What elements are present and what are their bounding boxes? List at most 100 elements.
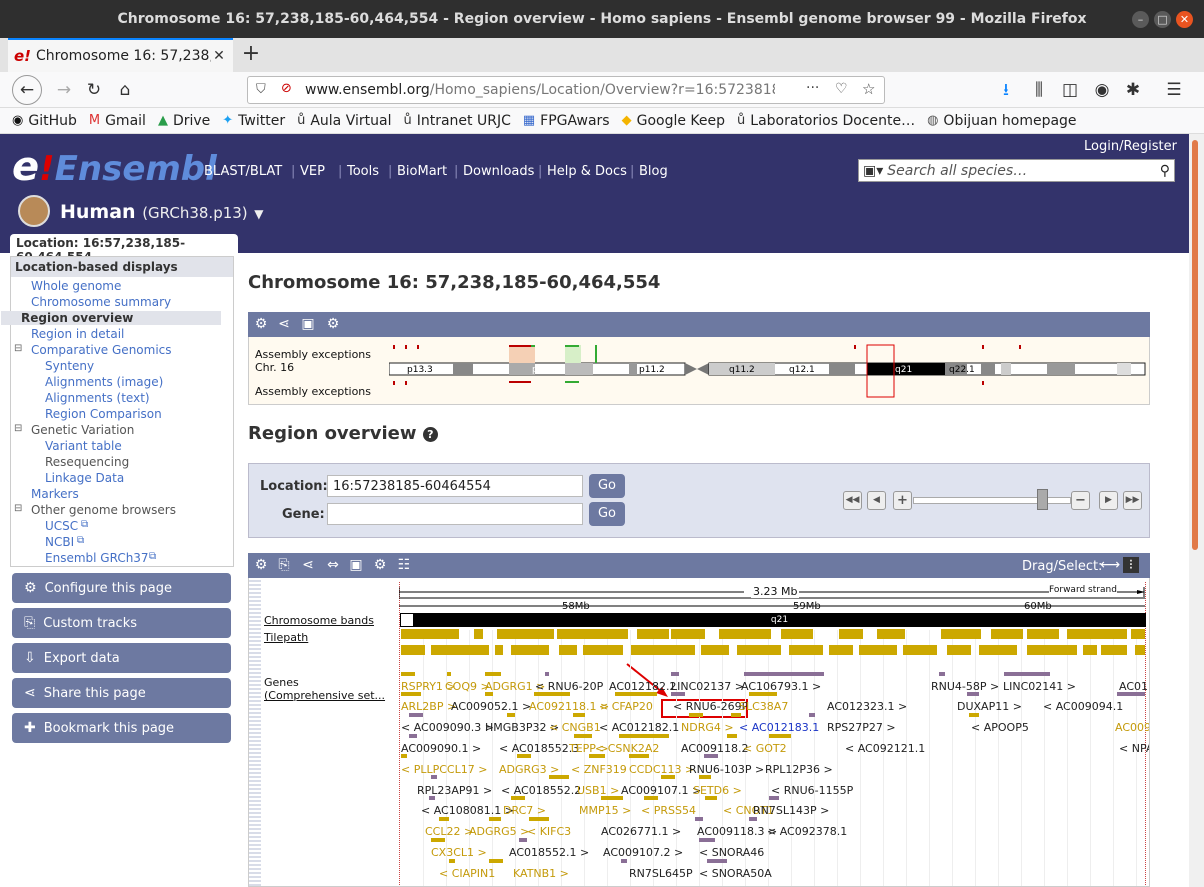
ensembl-logo[interactable]: e!Ensembl xyxy=(12,144,217,190)
gene-bar[interactable] xyxy=(695,817,703,821)
gene-label[interactable]: < AC012182.1 xyxy=(599,721,679,734)
gene-label[interactable]: < CFAP20 xyxy=(599,700,653,713)
gene-bar[interactable] xyxy=(545,672,549,676)
gene-bar[interactable] xyxy=(671,672,679,676)
tilepath-segment[interactable] xyxy=(789,645,823,655)
account-icon[interactable]: ◉ xyxy=(1088,76,1116,104)
bookmark-item[interactable]: ů Intranet URJC xyxy=(403,113,510,129)
gene-bar[interactable] xyxy=(969,713,979,717)
bookmark-item[interactable]: ◍ Obijuan homepage xyxy=(927,113,1076,129)
gene-label[interactable]: DRC7 > xyxy=(503,804,546,817)
home-icon[interactable]: ⌂ xyxy=(111,76,139,104)
gene-label[interactable]: AC009118.2 xyxy=(681,742,749,755)
gene-bar[interactable] xyxy=(689,713,703,717)
gene-label[interactable]: < AC018552.3 xyxy=(499,742,579,755)
leftnav-item-comparative-genomics[interactable]: Comparative Genomics xyxy=(31,343,172,357)
gene-label[interactable]: SETD6 > xyxy=(693,784,742,797)
gene-bar[interactable] xyxy=(573,713,585,717)
share-this-page-button[interactable]: ⋖ Share this page xyxy=(12,678,231,708)
tilepath-segment[interactable] xyxy=(859,645,897,655)
gene-bar[interactable] xyxy=(574,734,592,738)
reset-config-icon[interactable]: ⚙ xyxy=(325,316,341,332)
gene-label[interactable]: ADGRG3 > xyxy=(499,763,559,776)
gene-label[interactable]: < RNU6-1155P xyxy=(771,784,853,797)
tilepath-segment[interactable] xyxy=(1109,629,1127,639)
export-data-button[interactable]: ⇩ Export data xyxy=(12,643,231,673)
bookmark-item[interactable]: ◆ Google Keep xyxy=(622,113,725,129)
gene-label[interactable]: COQ9 > xyxy=(445,680,490,693)
library-icon[interactable]: ⫼ xyxy=(1025,76,1053,104)
topnav-vep[interactable]: VEP xyxy=(300,164,325,179)
tilepath-segment[interactable] xyxy=(737,645,781,655)
gene-bar[interactable] xyxy=(401,672,415,676)
gene-label[interactable]: ARL2BP > xyxy=(401,700,456,713)
leftnav-item-alignments-text-[interactable]: Alignments (text) xyxy=(45,391,150,405)
reset-order-icon[interactable]: ☷ xyxy=(396,557,412,573)
gene-label[interactable]: < AC018552.2 xyxy=(501,784,581,797)
extension-icon[interactable]: ✱ xyxy=(1119,76,1147,104)
collapse-icon[interactable]: ⊟ xyxy=(14,343,22,354)
leftnav-item-linkage-data[interactable]: Linkage Data xyxy=(45,471,124,485)
login-register-link[interactable]: Login/Register xyxy=(1084,139,1177,154)
gene-label[interactable]: RPL12P36 > xyxy=(765,763,833,776)
gene-label[interactable]: AC009107.1 > xyxy=(621,784,701,797)
scroll-right-icon[interactable]: ▶ xyxy=(1099,491,1118,510)
url-bar[interactable]: ⛉ ⊘ www.ensembl.org/Homo_sapiens/Locatio… xyxy=(247,76,885,104)
gene-label[interactable]: AC009118.3 > xyxy=(697,825,777,838)
gene-bar[interactable] xyxy=(939,672,945,676)
reload-icon[interactable]: ↻ xyxy=(80,76,108,104)
gene-label[interactable]: ADGRG5 > xyxy=(469,825,529,838)
gene-label[interactable]: < CIAPIN1 xyxy=(439,867,495,880)
bookmark-item[interactable]: ▦ FPGAwars xyxy=(523,113,610,129)
gene-label[interactable]: NDRG4 > xyxy=(681,721,734,734)
gene-bar[interactable] xyxy=(619,734,669,738)
reset-config-icon[interactable]: ⚙ xyxy=(372,557,388,573)
chromosome-band-q21[interactable]: q21 xyxy=(413,613,1146,627)
gene-label[interactable]: MMP15 > xyxy=(579,804,631,817)
image-export-icon[interactable]: ▣ xyxy=(348,557,364,573)
leftnav-item-ucsc[interactable]: UCSC xyxy=(45,519,78,533)
search-input[interactable]: Search all species… xyxy=(887,163,1159,179)
gene-label[interactable]: AC009 xyxy=(1115,721,1149,734)
leftnav-item-other-genome-browsers[interactable]: Other genome browsers xyxy=(31,503,176,517)
bookmark-item[interactable]: ▲ Drive xyxy=(158,113,210,129)
gene-bar[interactable] xyxy=(707,859,727,863)
scroll-left-far-icon[interactable]: ◀◀ xyxy=(843,491,862,510)
gene-label[interactable]: RNU4-58P > xyxy=(931,680,999,693)
gene-label[interactable]: < AC108081.1 > xyxy=(421,804,514,817)
tilepath-segment[interactable] xyxy=(1027,629,1059,639)
gene-go-button[interactable]: Go xyxy=(589,502,625,526)
tilepath-segment[interactable] xyxy=(829,645,853,655)
tilepath-segment[interactable] xyxy=(1131,629,1145,639)
gene-label[interactable]: < APOOP5 xyxy=(971,721,1029,734)
species-name[interactable]: Human (GRCh38.p13) ▼ xyxy=(60,201,264,223)
tilepath-segment[interactable] xyxy=(511,645,549,655)
gene-label[interactable]: < NPA xyxy=(1119,742,1149,755)
tilepath-segment[interactable] xyxy=(671,629,705,639)
tilepath-segment[interactable] xyxy=(1083,645,1097,655)
page-scrollbar-thumb[interactable] xyxy=(1192,140,1198,550)
gene-label[interactable]: < SNORA50A xyxy=(699,867,772,880)
gene-bar[interactable] xyxy=(519,838,527,842)
tilepath-segment[interactable] xyxy=(1027,645,1077,655)
select-mode-icon[interactable]: ⁝ xyxy=(1123,557,1139,573)
gene-label[interactable]: < CSNK2A2 xyxy=(595,742,659,755)
collapse-icon[interactable]: ⊟ xyxy=(14,503,22,514)
tilepath-segment[interactable] xyxy=(637,629,669,639)
gene-label[interactable]: AC026771.1 > xyxy=(601,825,681,838)
topnav-help-docs[interactable]: Help & Docs xyxy=(547,164,627,179)
zoom-slider-handle[interactable] xyxy=(1037,489,1048,510)
gene-label[interactable]: RPS27P27 > xyxy=(827,721,896,734)
tilepath-segment[interactable] xyxy=(431,645,489,655)
gene-bar[interactable] xyxy=(727,734,737,738)
leftnav-item-alignments-image-[interactable]: Alignments (image) xyxy=(45,375,163,389)
tilepath-segment[interactable] xyxy=(991,629,1023,639)
gene-label[interactable]: AC018552.1 > xyxy=(509,846,589,859)
minimize-icon[interactable]: – xyxy=(1132,11,1149,28)
tilepath-segment[interactable] xyxy=(1067,629,1109,639)
bookmark-star-icon[interactable]: ☆ xyxy=(862,80,875,98)
tilepath-segment[interactable] xyxy=(401,629,459,639)
tilepath-segment[interactable] xyxy=(1135,645,1145,655)
gene-label[interactable]: < AC009090.3 > xyxy=(401,721,494,734)
track-drag-handles[interactable] xyxy=(249,578,261,886)
